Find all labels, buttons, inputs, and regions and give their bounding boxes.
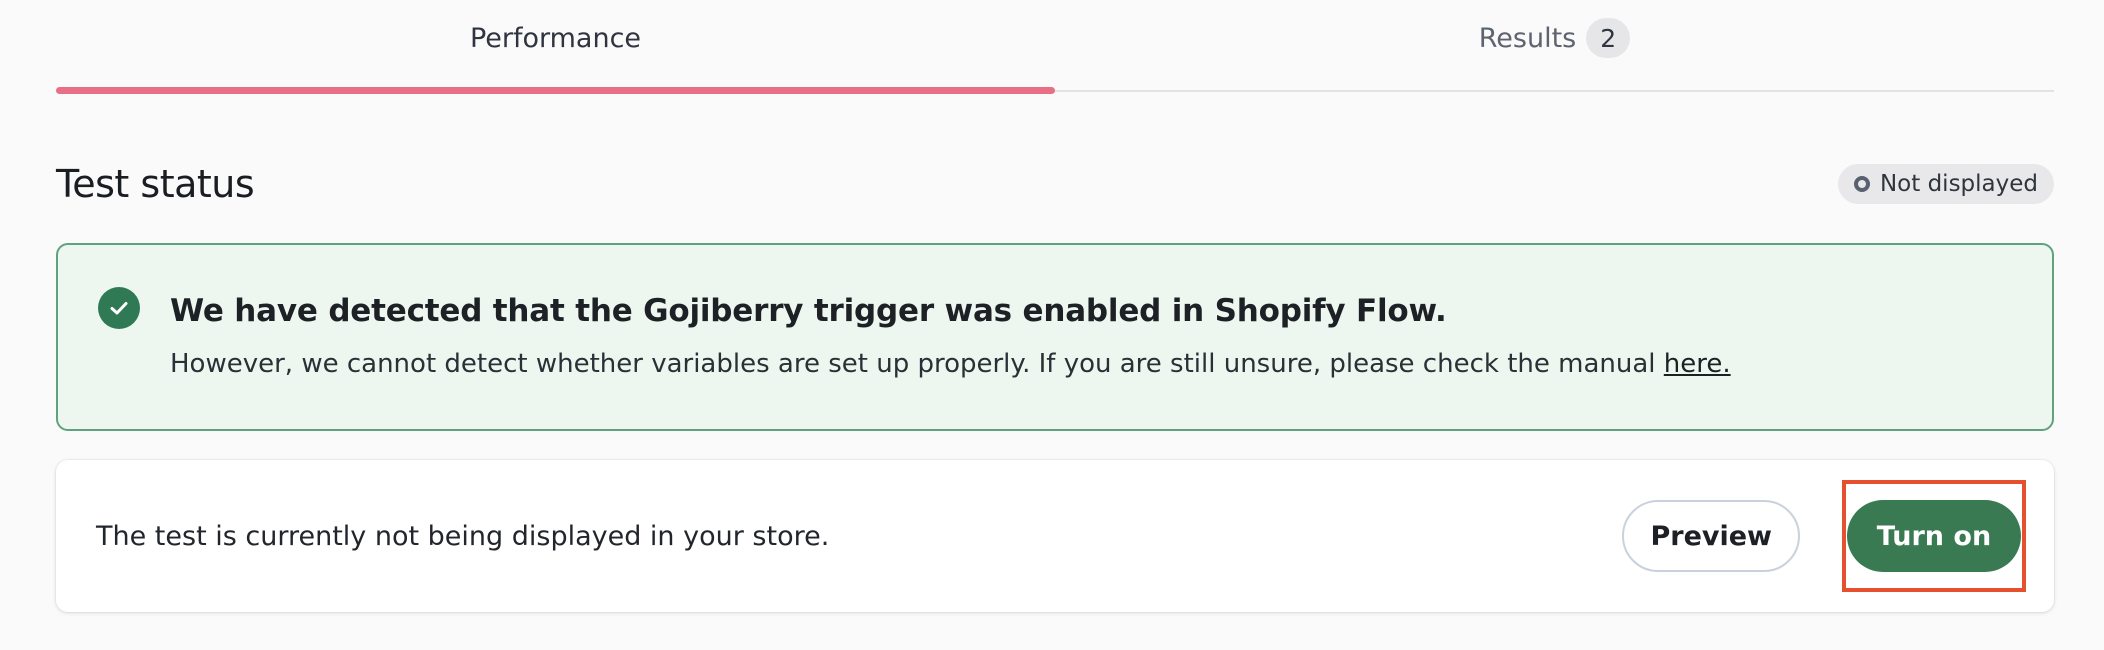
tab-results[interactable]: Results 2 <box>1055 0 2054 90</box>
status-dot-icon <box>1853 176 1870 192</box>
banner-body-text: However, we cannot detect whether variab… <box>170 349 1664 379</box>
page-title: Test status <box>56 162 255 206</box>
status-badge-label: Not displayed <box>1879 171 2038 197</box>
check-circle-icon <box>98 287 140 329</box>
preview-button[interactable]: Preview <box>1622 500 1800 572</box>
turn-on-button[interactable]: Turn on <box>1846 500 2022 572</box>
display-status-message: The test is currently not being displaye… <box>96 520 830 552</box>
tab-performance[interactable]: Performance <box>56 0 1055 94</box>
test-status-header: Test status Not displayed <box>56 156 2054 212</box>
display-status-card: The test is currently not being displaye… <box>56 460 2054 612</box>
tab-results-label: Results <box>1478 22 1577 54</box>
banner-title: We have detected that the Gojiberry trig… <box>170 293 1447 329</box>
tab-bar: Performance Results 2 <box>56 0 2054 94</box>
results-count-badge: 2 <box>1586 18 1631 58</box>
tab-performance-label: Performance <box>469 22 642 54</box>
turn-on-highlight: Turn on <box>1842 480 2026 592</box>
status-badge: Not displayed <box>1837 164 2054 204</box>
trigger-detected-banner: We have detected that the Gojiberry trig… <box>56 243 2054 431</box>
banner-content: We have detected that the Gojiberry trig… <box>170 285 1731 429</box>
manual-link[interactable]: here. <box>1664 349 1731 379</box>
banner-body: However, we cannot detect whether variab… <box>170 349 1731 379</box>
card-actions: Preview Turn on <box>1622 480 2026 592</box>
